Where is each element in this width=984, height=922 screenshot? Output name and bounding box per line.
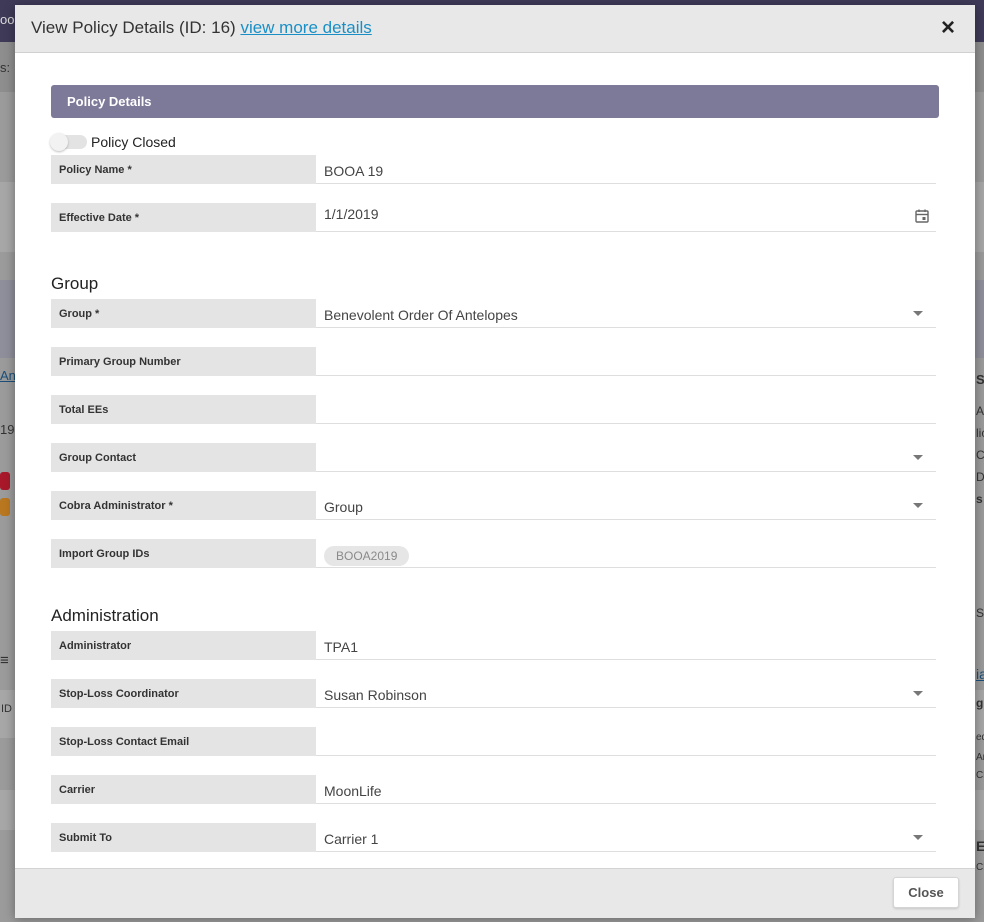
background-text: Cla [976, 770, 984, 781]
chevron-down-icon [913, 455, 923, 460]
effective-date-value: 1/1/2019 [324, 206, 379, 222]
group-contact-select[interactable] [316, 443, 936, 472]
toggle-knob [50, 133, 68, 151]
background-text: Cla [976, 862, 984, 873]
group-select[interactable]: Benevolent Order Of Antelopes [316, 299, 936, 328]
background-text: oo [0, 12, 15, 27]
total-ees-row: Total EEs [51, 395, 936, 425]
administrator-value: TPA1 [324, 639, 358, 655]
carrier-row: Carrier MoonLife [51, 775, 936, 805]
background-filter-icon: ≡ [0, 652, 9, 669]
stop-loss-contact-email-row: Stop-Loss Contact Email [51, 727, 936, 757]
stop-loss-coordinator-value: Susan Robinson [324, 687, 427, 703]
background-link: An [0, 368, 16, 383]
stop-loss-contact-email-label: Stop-Loss Contact Email [51, 727, 316, 756]
calendar-icon[interactable] [914, 208, 930, 224]
import-group-ids-row: Import Group IDs BOOA2019 [51, 539, 936, 569]
chevron-down-icon [913, 503, 923, 508]
group-contact-label: Group Contact [51, 443, 316, 472]
modal-body[interactable]: Policy Details Policy Closed Policy Name… [15, 53, 975, 868]
close-icon[interactable]: × [937, 16, 959, 40]
stop-loss-contact-email-input[interactable] [316, 727, 936, 756]
carrier-input[interactable]: MoonLife [316, 775, 936, 804]
background-text: D [976, 470, 984, 484]
primary-group-number-input[interactable] [316, 347, 936, 376]
primary-group-number-label: Primary Group Number [51, 347, 316, 376]
stop-loss-coordinator-row: Stop-Loss Coordinator Susan Robinson [51, 679, 936, 709]
administration-section-heading: Administration [51, 606, 159, 625]
background-text: C [976, 448, 984, 462]
chevron-down-icon [913, 691, 923, 696]
submit-to-value: Carrier 1 [324, 831, 379, 847]
background-text: E [976, 838, 984, 854]
import-group-ids-label: Import Group IDs [51, 539, 316, 568]
background-orange-badge [0, 498, 10, 516]
background-text: S [976, 372, 984, 387]
total-ees-label: Total EEs [51, 395, 316, 424]
background-text: g [976, 696, 984, 710]
background-text: s: [0, 60, 11, 75]
cobra-administrator-value: Group [324, 499, 363, 515]
administrator-label: Administrator [51, 631, 316, 660]
cobra-administrator-select[interactable]: Group [316, 491, 936, 520]
import-group-ids-input[interactable]: BOOA2019 [316, 539, 936, 568]
close-button[interactable]: Close [893, 877, 959, 908]
policy-name-value: BOOA 19 [324, 163, 384, 179]
administrator-row: Administrator TPA1 [51, 631, 936, 661]
modal-title: View Policy Details (ID: 16) view more d… [31, 18, 372, 38]
policy-closed-toggle[interactable] [50, 133, 87, 151]
modal-footer: Close [15, 868, 975, 918]
view-policy-details-modal: View Policy Details (ID: 16) view more d… [15, 5, 975, 918]
background-text: Ar [976, 752, 984, 763]
submit-to-row: Submit To Carrier 1 [51, 823, 936, 853]
modal-title-text: View Policy Details (ID: 16) [31, 18, 236, 37]
submit-to-select[interactable]: Carrier 1 [316, 823, 936, 852]
policy-details-section-header: Policy Details [51, 85, 939, 118]
stop-loss-coordinator-select[interactable]: Susan Robinson [316, 679, 936, 708]
background-link: ia [976, 666, 984, 682]
group-row: Group * Benevolent Order Of Antelopes [51, 299, 936, 329]
group-id-chip: BOOA2019 [324, 546, 410, 566]
stop-loss-coordinator-label: Stop-Loss Coordinator [51, 679, 316, 708]
group-contact-row: Group Contact [51, 443, 936, 473]
policy-closed-label: Policy Closed [91, 134, 176, 150]
background-text: 19 [0, 422, 15, 437]
background-text: S [976, 606, 984, 620]
background-text: lic [976, 426, 984, 440]
background-text: ID [1, 703, 12, 715]
section-title: Policy Details [67, 94, 152, 109]
background-red-badge [0, 472, 10, 490]
group-section-heading: Group [51, 274, 99, 293]
effective-date-label: Effective Date * [51, 203, 316, 232]
chevron-down-icon [913, 311, 923, 316]
total-ees-input[interactable] [316, 395, 936, 424]
view-more-details-link[interactable]: view more details [240, 18, 371, 37]
submit-to-label: Submit To [51, 823, 316, 852]
effective-date-input[interactable]: 1/1/2019 [316, 203, 936, 232]
carrier-label: Carrier [51, 775, 316, 804]
policy-name-row: Policy Name * BOOA 19 [51, 155, 936, 185]
primary-group-number-row: Primary Group Number [51, 347, 936, 377]
modal-header: View Policy Details (ID: 16) view more d… [15, 5, 975, 53]
effective-date-row: Effective Date * 1/1/2019 [51, 203, 936, 233]
background-text: An [976, 404, 984, 418]
administrator-input[interactable]: TPA1 [316, 631, 936, 660]
group-value: Benevolent Order Of Antelopes [324, 307, 518, 323]
cobra-administrator-label: Cobra Administrator * [51, 491, 316, 520]
background-text: s [976, 492, 983, 506]
policy-name-input[interactable]: BOOA 19 [316, 155, 936, 184]
cobra-administrator-row: Cobra Administrator * Group [51, 491, 936, 521]
carrier-value: MoonLife [324, 783, 382, 799]
policy-name-label: Policy Name * [51, 155, 316, 184]
chevron-down-icon [913, 835, 923, 840]
group-label: Group * [51, 299, 316, 328]
background-text: ed [976, 732, 984, 743]
